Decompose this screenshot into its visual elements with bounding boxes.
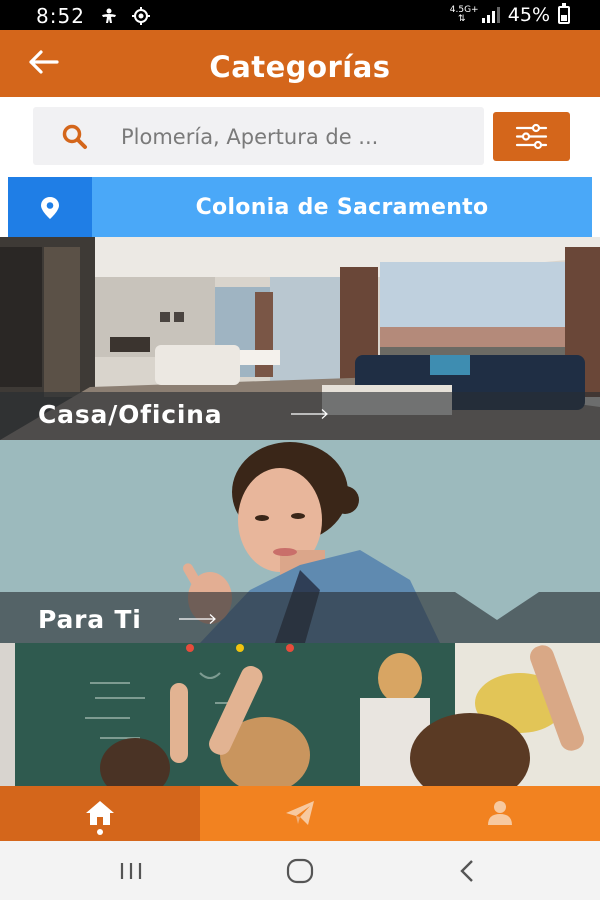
location-selector[interactable]: Colonia de Sacramento	[8, 177, 592, 237]
recent-apps-icon[interactable]	[112, 855, 152, 887]
category-card-classroom[interactable]	[0, 643, 600, 786]
location-label: Colonia de Sacramento	[195, 195, 489, 220]
bottom-navigation	[0, 786, 600, 841]
location-target-icon	[132, 7, 150, 25]
paper-plane-icon	[286, 801, 314, 825]
filter-button[interactable]	[493, 112, 570, 161]
status-bar: 8:52 4.5G+ ⇅ 45%	[0, 0, 600, 30]
active-indicator-dot	[97, 829, 103, 835]
nav-send[interactable]	[200, 786, 400, 841]
search-box[interactable]	[33, 107, 484, 165]
search-icon	[62, 124, 87, 149]
home-circle-icon[interactable]	[280, 855, 320, 887]
search-row	[0, 97, 600, 175]
network-type: 4.5G+	[449, 5, 479, 15]
location-pin-box	[8, 177, 92, 237]
battery-icon	[558, 3, 570, 24]
category-label: Casa/Oficina	[38, 400, 223, 429]
long-arrow-right-icon	[179, 614, 216, 624]
category-card-para-ti[interactable]: Para Ti	[0, 440, 600, 643]
long-arrow-right-icon	[291, 409, 328, 419]
user-icon	[488, 801, 512, 825]
battery-percent: 45%	[507, 4, 550, 26]
nav-home[interactable]	[0, 786, 200, 841]
network-icon: 4.5G+ ⇅	[449, 5, 479, 24]
nav-profile[interactable]	[400, 786, 600, 841]
back-chevron-icon[interactable]	[448, 855, 488, 887]
category-label: Para Ti	[38, 605, 142, 634]
category-card-casa-oficina[interactable]: Casa/Oficina	[0, 237, 600, 440]
page-title: Categorías	[209, 50, 391, 84]
sliders-icon	[515, 123, 548, 150]
accessibility-icon	[102, 8, 116, 23]
map-pin-icon	[41, 197, 59, 219]
classroom-photo	[0, 643, 600, 786]
app-header: Categorías	[0, 30, 600, 97]
search-input[interactable]	[121, 117, 471, 157]
signal-icon	[481, 7, 500, 23]
status-time: 8:52	[36, 4, 85, 28]
home-icon	[86, 801, 114, 825]
system-navigation-bar	[0, 841, 600, 900]
